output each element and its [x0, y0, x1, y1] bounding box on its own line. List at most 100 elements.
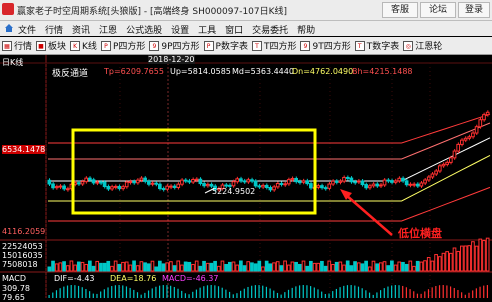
macd-bar	[125, 286, 128, 298]
tool-gann-wheel[interactable]: ◎ 江恩轮	[403, 39, 442, 52]
tool-p-square[interactable]: P P四方形	[100, 39, 145, 52]
volume-bar	[65, 265, 70, 272]
indicator-tp: Tp=6209.7655	[104, 67, 164, 76]
macd-bar	[376, 292, 378, 298]
macd-bar	[118, 285, 120, 298]
volume-bar	[316, 262, 321, 272]
macd-bar	[357, 286, 360, 298]
macd-bar	[291, 287, 293, 298]
candle	[209, 183, 214, 187]
menu-settings[interactable]: 设置	[171, 23, 189, 36]
volume-bar	[482, 240, 486, 272]
macd-bar	[479, 286, 481, 298]
volume-bar	[176, 260, 181, 272]
volume-bar	[106, 260, 111, 272]
menu-window[interactable]: 窗口	[225, 23, 243, 36]
candle	[482, 114, 486, 121]
menu-formula-screen[interactable]: 公式选股	[126, 23, 162, 36]
volume-bar	[99, 262, 103, 272]
macd-bar	[151, 288, 153, 298]
candle	[51, 183, 55, 189]
title-bar: 赢家老子时空周期系统[头狼版] - [高端终身 SH000097-107日K线]…	[0, 0, 492, 21]
volume-bar	[286, 264, 291, 272]
candle	[463, 137, 468, 141]
candle	[471, 132, 475, 138]
menu-tools[interactable]: 工具	[198, 23, 216, 36]
candle	[338, 180, 343, 183]
candle	[191, 179, 195, 183]
volume-bar	[51, 260, 55, 272]
macd-bar	[380, 290, 382, 298]
volume-label-1: 22524053	[2, 242, 43, 251]
volume-bar	[430, 260, 435, 272]
tool-quotes[interactable]: ▦ 行情	[2, 39, 32, 52]
candle	[371, 183, 376, 187]
login-button[interactable]: 登录	[458, 2, 490, 18]
volume-bar	[360, 263, 365, 272]
candle	[246, 179, 251, 183]
forum-button[interactable]: 论坛	[420, 2, 456, 18]
wheel-icon: ◎	[403, 40, 414, 51]
macd-bar	[420, 293, 422, 298]
volume-bar	[283, 260, 287, 272]
candle	[390, 180, 394, 183]
macd-bar	[107, 287, 109, 298]
volume-bar	[434, 254, 438, 272]
volume-bar	[356, 262, 361, 272]
macd-bar	[328, 293, 330, 298]
macd-bar	[343, 285, 345, 298]
blocks-icon: ■	[36, 40, 47, 51]
volume-bar	[180, 264, 184, 272]
candle	[309, 183, 313, 189]
menu-file[interactable]: 文件	[18, 23, 36, 36]
candle	[478, 119, 483, 128]
macd-bar	[122, 285, 124, 298]
customer-service-button[interactable]: 客服	[382, 2, 418, 18]
tool-t-square[interactable]: T T四方形	[251, 39, 296, 52]
volume-bar	[312, 262, 317, 272]
candle	[110, 186, 114, 190]
macd-bar	[147, 290, 150, 298]
p-table-icon: P	[203, 40, 214, 51]
tool-9p-square[interactable]: 9 9P四方形	[149, 39, 200, 52]
volume-bar	[135, 265, 140, 272]
tool-label: 9T四方形	[312, 42, 351, 52]
candle	[286, 179, 291, 185]
tool-kline[interactable]: K K线	[70, 39, 97, 52]
macd-bar	[339, 287, 341, 298]
menu-quotes[interactable]: 行情	[45, 23, 63, 36]
menu-help[interactable]: 帮助	[297, 23, 315, 36]
volume-bar	[338, 261, 343, 272]
candle	[264, 184, 269, 188]
app-icon	[2, 3, 14, 15]
candle	[445, 161, 449, 165]
menu-gann[interactable]: 江恩	[99, 23, 117, 36]
tool-9t-square[interactable]: 9 9T四方形	[300, 39, 351, 52]
volume-bar	[191, 263, 195, 272]
macd-bar	[240, 290, 242, 298]
macd-bar	[438, 285, 441, 298]
tool-t-number-table[interactable]: T T数字表	[354, 39, 399, 52]
macd-bar	[310, 286, 312, 298]
tool-p-number-table[interactable]: P P数字表	[203, 39, 248, 52]
candle	[65, 188, 70, 191]
candle	[76, 182, 81, 185]
candle	[102, 181, 107, 188]
home-icon[interactable]	[4, 23, 14, 33]
candle	[205, 183, 210, 187]
menu-bar: 文件 行情 资讯 江恩 公式选股 设置 工具 窗口 交易委托 帮助	[0, 21, 492, 36]
menu-news[interactable]: 资讯	[72, 23, 90, 36]
candle	[379, 184, 383, 187]
candle	[305, 180, 310, 185]
kline-chart[interactable]: 日K线 极反通道 Tp=6209.7655 Up=5814.0585 Md=53…	[0, 55, 492, 302]
volume-bar	[404, 263, 409, 272]
volume-bar	[301, 260, 306, 272]
candle	[401, 177, 405, 182]
macd-bar	[280, 294, 282, 298]
candle	[279, 182, 284, 185]
volume-bar	[390, 260, 394, 272]
menu-trade[interactable]: 交易委托	[252, 23, 288, 36]
p-square-icon: P	[100, 40, 111, 51]
volume-bar	[371, 260, 376, 272]
tool-sectors[interactable]: ■ 板块	[36, 39, 66, 52]
